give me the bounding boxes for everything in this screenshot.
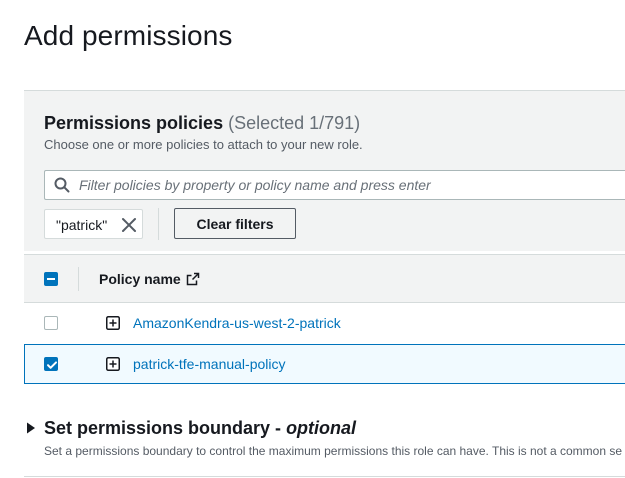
search-icon (54, 177, 70, 193)
panel-title: Permissions policies (Selected 1/791) (44, 113, 360, 134)
boundary-description: Set a permissions boundary to control th… (44, 444, 623, 458)
row-checkbox[interactable] (44, 316, 58, 330)
page-title: Add permissions (24, 20, 233, 51)
external-link-icon[interactable] (186, 272, 200, 286)
filter-token: "patrick" (44, 209, 143, 239)
selected-count: (Selected 1/791) (228, 113, 361, 133)
boundary-title-text: Set permissions boundary - (44, 418, 287, 438)
divider (24, 476, 625, 477)
panel-header: Permissions policies (Selected 1/791) Ch… (24, 91, 625, 251)
search-box[interactable] (44, 170, 625, 200)
divider (158, 208, 159, 240)
table-header: Policy name (24, 254, 625, 303)
caret-right-icon[interactable] (26, 422, 36, 434)
panel-title-text: Permissions policies (44, 113, 224, 133)
select-all-checkbox[interactable] (44, 272, 58, 286)
filter-token-label: "patrick" (56, 217, 108, 233)
close-icon[interactable] (121, 217, 137, 233)
boundary-section-title[interactable]: Set permissions boundary - optional (44, 418, 356, 439)
permissions-policies-panel: Permissions policies (Selected 1/791) Ch… (24, 90, 625, 385)
checkmark-icon (47, 361, 57, 369)
row-checkbox-checked[interactable] (44, 357, 58, 371)
policy-name-link[interactable]: AmazonKendra-us-west-2-patrick (133, 315, 341, 331)
expand-icon[interactable] (106, 316, 120, 330)
column-divider (78, 267, 79, 291)
expand-icon[interactable] (106, 357, 120, 371)
clear-filters-button[interactable]: Clear filters (174, 208, 296, 239)
column-header-policy-name[interactable]: Policy name (99, 271, 181, 287)
boundary-title-optional: optional (286, 418, 357, 438)
search-input[interactable] (79, 171, 625, 199)
table-row-selected[interactable]: patrick-tfe-manual-policy (24, 344, 625, 384)
policy-name-link[interactable]: patrick-tfe-manual-policy (133, 356, 286, 372)
table-row[interactable]: AmazonKendra-us-west-2-patrick (24, 303, 625, 343)
panel-description: Choose one or more policies to attach to… (44, 137, 363, 152)
